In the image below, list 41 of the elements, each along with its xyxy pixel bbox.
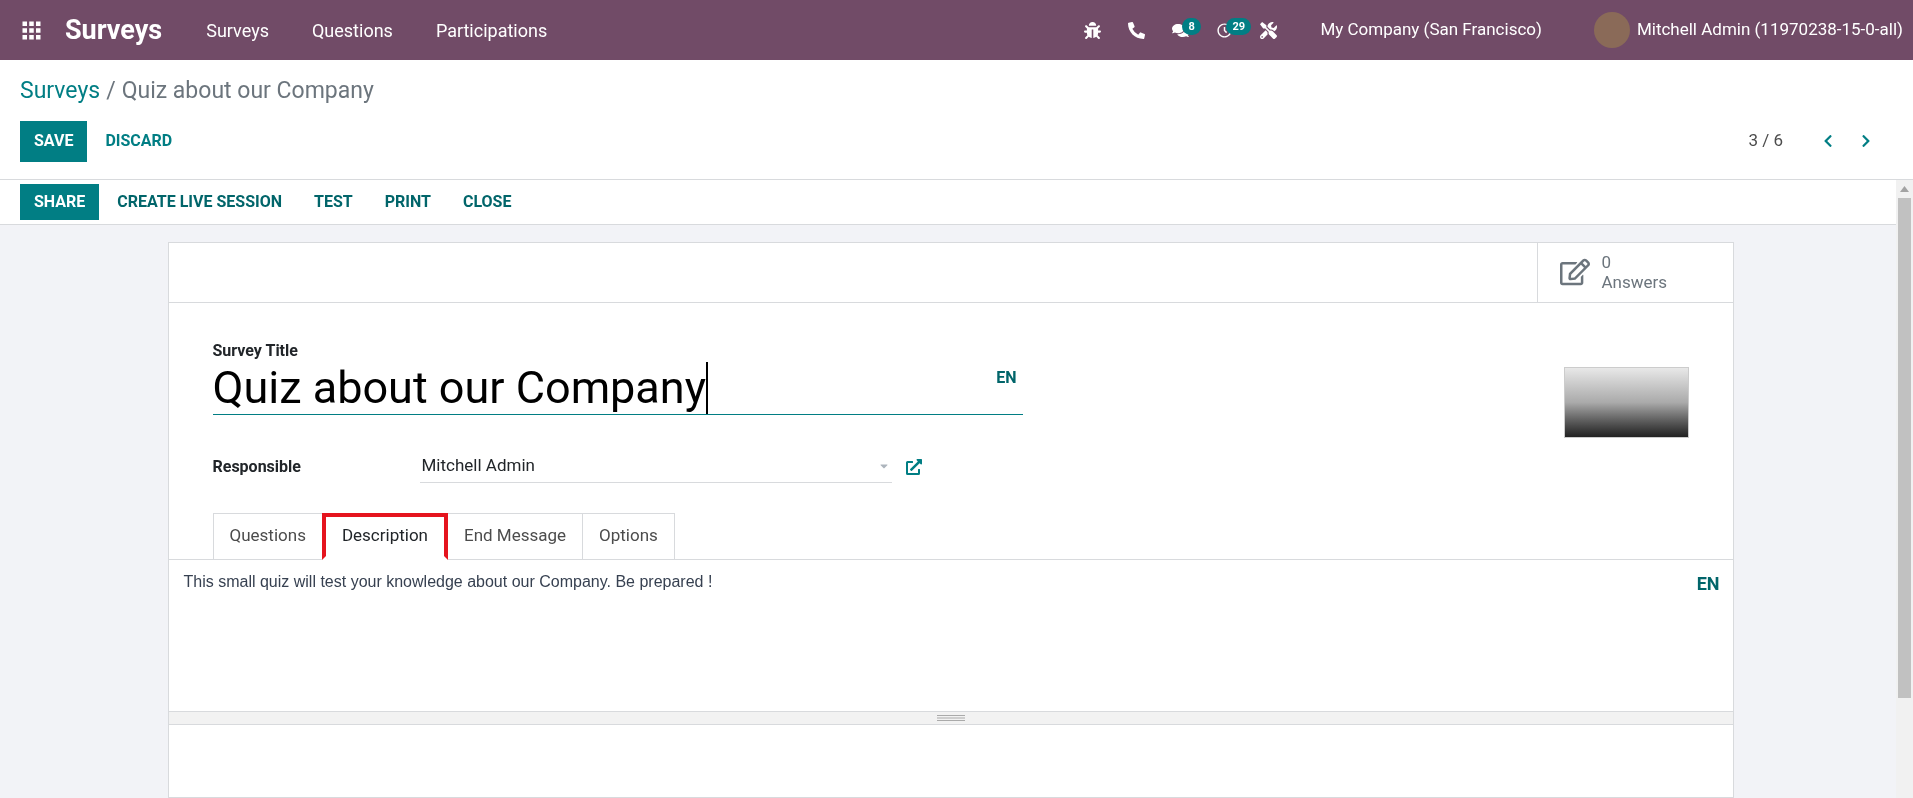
scrollbar[interactable] bbox=[1896, 179, 1913, 798]
navbar-menu-item[interactable]: Participations bbox=[435, 16, 548, 44]
answers-stat-button[interactable]: 0 Answers bbox=[1536, 242, 1733, 302]
form-tab[interactable]: Description bbox=[321, 512, 448, 560]
breadcrumb-link[interactable]: Surveys bbox=[20, 77, 101, 104]
field-label: Responsible bbox=[212, 455, 302, 478]
description-text: This small quiz will test your knowledge about our Company. Be prepared ! bbox=[183, 571, 713, 592]
external-link-icon[interactable] bbox=[905, 458, 922, 475]
edit-icon bbox=[1559, 257, 1590, 287]
tools-icon bbox=[1259, 21, 1277, 39]
header-action-button[interactable]: CREATE LIVE SESSION bbox=[103, 183, 297, 220]
title-input-field[interactable]: Quiz about our Company EN bbox=[212, 362, 1023, 415]
discard-button[interactable]: DISCARD bbox=[91, 120, 187, 162]
avatar-placeholder bbox=[1593, 12, 1630, 48]
header-action-button[interactable]: PRINT bbox=[370, 183, 445, 220]
breadcrumb-current: Quiz about our Company bbox=[121, 77, 374, 104]
grip-icon bbox=[936, 714, 965, 721]
pager-value: 3 / 6 bbox=[1748, 129, 1783, 153]
chat-button[interactable]: 8 bbox=[1158, 10, 1203, 50]
company-switcher[interactable]: My Company (San Francisco) bbox=[1320, 17, 1542, 43]
phone-icon bbox=[1127, 21, 1145, 39]
scrollbar-thumb[interactable] bbox=[1898, 197, 1911, 698]
resize-handle[interactable] bbox=[168, 710, 1733, 725]
answers-label: Answers bbox=[1601, 272, 1668, 292]
responsible-select[interactable]: Mitchell Admin bbox=[419, 450, 892, 483]
count-badge: 8 bbox=[1182, 18, 1201, 35]
field-label: Survey Title bbox=[212, 339, 299, 362]
user-menu[interactable]: Mitchell Admin (11970238-15-0-all) bbox=[1636, 17, 1903, 43]
save-button[interactable]: SAVE bbox=[20, 120, 88, 162]
navbar-menu-item[interactable]: Surveys bbox=[206, 16, 269, 44]
navbar-menu-item[interactable]: Questions bbox=[311, 16, 393, 44]
header-action-button[interactable]: TEST bbox=[300, 183, 367, 220]
bug-icon bbox=[1083, 21, 1101, 39]
form-tab[interactable]: Options bbox=[582, 512, 675, 560]
header-action-button[interactable]: CLOSE bbox=[448, 183, 526, 220]
answers-count: 0 bbox=[1601, 252, 1612, 272]
app-name[interactable]: Surveys bbox=[65, 9, 163, 51]
breadcrumb-separator: / bbox=[106, 77, 116, 104]
language-label[interactable]: EN bbox=[996, 365, 1017, 390]
language-label[interactable]: EN bbox=[1696, 569, 1720, 711]
share-button[interactable]: SHARE bbox=[20, 183, 100, 220]
